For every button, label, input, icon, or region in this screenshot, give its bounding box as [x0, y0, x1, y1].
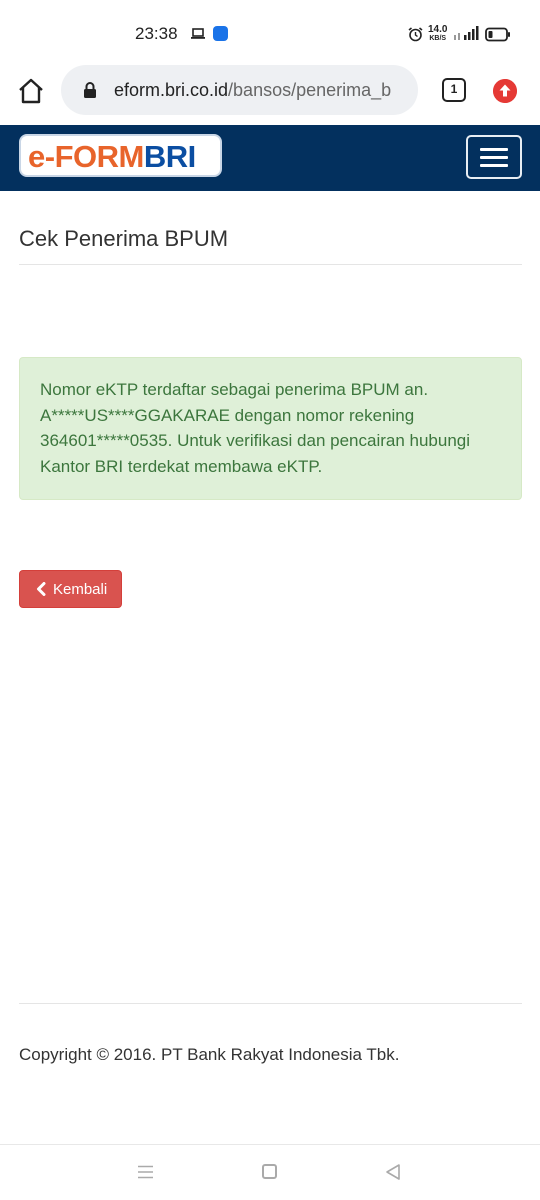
title-divider: [19, 264, 522, 265]
url-domain: eform.bri.co.id: [114, 80, 229, 100]
update-icon[interactable]: [493, 79, 517, 103]
logo-text: e-FORMBRI: [28, 139, 196, 175]
hamburger-icon[interactable]: [466, 135, 522, 179]
back-button[interactable]: Kembali: [19, 570, 122, 608]
status-bar: 23:38 14.0 KB/S: [0, 0, 540, 60]
laptop-icon: [191, 28, 205, 39]
nav-home-icon[interactable]: [262, 1164, 277, 1179]
battery-icon: [485, 27, 511, 41]
logo-prefix: e-FORM: [28, 139, 144, 174]
copyright-text: Copyright © 2016. PT Bank Rakyat Indones…: [19, 1045, 400, 1064]
logo-brand: BRI: [143, 139, 196, 174]
url-text: eform.bri.co.id/bansos/penerima_b: [114, 80, 410, 101]
network-speed-value: 14.0: [428, 24, 448, 35]
tabs-icon[interactable]: 1: [442, 78, 466, 102]
site-navbar: e-FORMBRI: [0, 125, 540, 191]
recent-apps-icon[interactable]: [137, 1165, 154, 1179]
chevron-left-icon: [37, 582, 46, 596]
status-indicators: 14.0 KB/S: [408, 24, 511, 44]
tab-count: 1: [450, 82, 458, 96]
network-speed-unit: KB/S: [429, 35, 447, 42]
home-icon[interactable]: [17, 77, 45, 105]
eform-bri-logo[interactable]: e-FORMBRI: [19, 134, 222, 177]
page-title: Cek Penerima BPUM: [19, 226, 229, 251]
lock-icon: [84, 82, 96, 98]
back-button-label: Kembali: [53, 580, 108, 598]
url-path: /bansos/penerima_b: [228, 80, 392, 100]
address-bar[interactable]: eform.bri.co.id/bansos/penerima_b: [61, 65, 418, 115]
system-nav-bar: [0, 1144, 540, 1200]
signal-icon: [454, 26, 479, 40]
alarm-icon: [408, 26, 423, 41]
browser-toolbar: eform.bri.co.id/bansos/penerima_b 1: [0, 60, 540, 122]
nav-back-icon[interactable]: [384, 1163, 402, 1181]
footer-divider: [19, 1003, 522, 1004]
success-alert: Nomor eKTP terdaftar sebagai penerima BP…: [19, 357, 522, 500]
app-notification-icon: [213, 26, 228, 41]
network-speed: 14.0 KB/S: [428, 25, 447, 43]
status-time: 23:38: [135, 24, 178, 43]
